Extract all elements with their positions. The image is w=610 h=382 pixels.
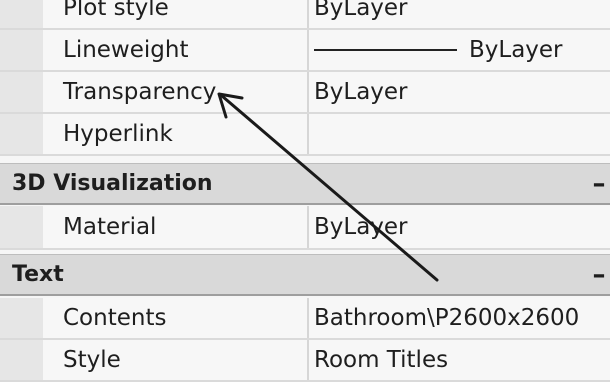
property-name: Material: [63, 206, 309, 248]
property-value-lineweight[interactable]: ByLayer: [314, 30, 610, 70]
property-value: ByLayer: [469, 37, 563, 63]
property-name: Lineweight: [63, 30, 309, 70]
property-name: Plot style: [63, 0, 309, 28]
row-gutter: [0, 206, 43, 248]
property-value[interactable]: Room Titles: [314, 340, 610, 380]
property-row-hyperlink[interactable]: Hyperlink: [0, 114, 610, 156]
property-value[interactable]: Bathroom\P2600x2600: [314, 298, 610, 338]
section-title: 3D Visualization: [12, 171, 213, 196]
property-row-style[interactable]: Style Room Titles: [0, 340, 610, 382]
property-value[interactable]: ByLayer: [314, 72, 610, 112]
property-row-plot-style[interactable]: Plot style ByLayer: [0, 0, 610, 30]
section-header-3d-visualization[interactable]: 3D Visualization –: [0, 163, 610, 205]
property-row-transparency[interactable]: Transparency ByLayer: [0, 72, 610, 114]
properties-panel: Plot style ByLayer Lineweight ByLayer Tr…: [0, 0, 610, 382]
property-value[interactable]: [314, 114, 610, 154]
row-gutter: [0, 30, 43, 70]
property-row-material[interactable]: Material ByLayer: [0, 206, 610, 250]
property-row-contents[interactable]: Contents Bathroom\P2600x2600: [0, 298, 610, 340]
row-gutter: [0, 72, 43, 112]
row-gutter: [0, 114, 43, 154]
property-name: Contents: [63, 298, 309, 338]
row-gutter: [0, 340, 43, 380]
row-gutter: [0, 298, 43, 338]
row-gutter: [0, 0, 43, 28]
property-name: Style: [63, 340, 309, 380]
property-name: Transparency: [63, 72, 309, 112]
property-value[interactable]: ByLayer: [314, 0, 610, 28]
property-value[interactable]: ByLayer: [314, 206, 610, 248]
section-header-text[interactable]: Text –: [0, 254, 610, 296]
lineweight-sample-line: [314, 49, 457, 51]
section-title: Text: [12, 262, 64, 287]
property-name: Hyperlink: [63, 114, 309, 154]
collapse-icon[interactable]: –: [588, 164, 610, 203]
collapse-icon[interactable]: –: [588, 255, 610, 294]
property-row-lineweight[interactable]: Lineweight ByLayer: [0, 30, 610, 72]
